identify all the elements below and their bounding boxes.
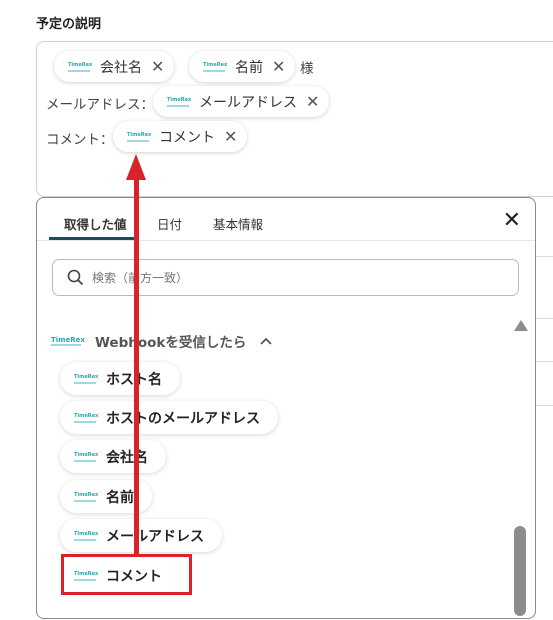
- timerex-logo-icon: TimeRex: [127, 132, 151, 142]
- section-title: 予定の説明: [36, 17, 102, 32]
- close-icon[interactable]: ✕: [224, 127, 237, 146]
- scroll-up-arrow-icon[interactable]: [514, 320, 528, 331]
- annotation-arrow-shaft: [134, 176, 139, 556]
- search-icon: [67, 269, 84, 286]
- timerex-logo-icon: TimeRex: [167, 97, 191, 107]
- background-divider: [534, 405, 553, 406]
- close-icon[interactable]: ✕: [151, 57, 164, 76]
- list-item[interactable]: TimeRex メールアドレス: [60, 519, 222, 552]
- chip-label: 会社名: [100, 59, 142, 76]
- honorific-text: 様: [300, 61, 314, 77]
- scrollbar[interactable]: [514, 320, 528, 620]
- close-icon[interactable]: ✕: [306, 92, 319, 111]
- search-input[interactable]: [90, 269, 494, 286]
- timerex-logo-icon: TimeRex: [74, 531, 98, 541]
- highlight-box: [61, 554, 192, 595]
- group-header-webhook[interactable]: TimeRex Webhookを受信したら: [51, 331, 273, 351]
- list-item[interactable]: TimeRex 会社名: [60, 440, 166, 473]
- close-icon[interactable]: ✕: [272, 57, 285, 76]
- background-divider: [534, 361, 553, 362]
- timerex-logo-icon: TimeRex: [74, 413, 98, 423]
- timerex-logo-icon: TimeRex: [74, 374, 98, 384]
- comment-label: コメント：: [46, 132, 114, 148]
- chip-comment[interactable]: TimeRex コメント ✕: [113, 121, 248, 152]
- chip-email[interactable]: TimeRex メールアドレス ✕: [153, 86, 330, 117]
- timerex-logo-icon: TimeRex: [68, 62, 92, 72]
- search-field[interactable]: [52, 259, 519, 296]
- list-item[interactable]: TimeRex ホストのメールアドレス: [60, 401, 278, 434]
- chip-label: メールアドレス: [199, 94, 297, 111]
- list-item-label: メールアドレス: [106, 528, 204, 545]
- chip-label: 名前: [235, 59, 263, 76]
- timerex-logo-icon: TimeRex: [74, 452, 98, 462]
- list-item[interactable]: TimeRex ホスト名: [60, 362, 180, 395]
- chevron-up-icon[interactable]: [260, 337, 273, 345]
- group-title: Webhookを受信したら: [95, 335, 247, 351]
- chip-name[interactable]: TimeRex 名前 ✕: [189, 51, 296, 82]
- annotation-arrow-head-icon: [126, 154, 146, 180]
- chip-label: コメント: [159, 129, 215, 146]
- list-item-label: ホストのメールアドレス: [106, 410, 260, 427]
- close-icon[interactable]: ✕: [503, 210, 521, 232]
- list-item-label: 名前: [106, 489, 134, 506]
- timerex-logo-icon: TimeRex: [203, 62, 227, 72]
- email-label: メールアドレス：: [46, 97, 154, 113]
- background-divider: [534, 256, 553, 257]
- scroll-thumb[interactable]: [514, 526, 526, 616]
- tab-acquired-values[interactable]: 取得した値: [64, 214, 127, 233]
- chip-company[interactable]: TimeRex 会社名 ✕: [54, 51, 175, 82]
- tab-date[interactable]: 日付: [157, 214, 182, 233]
- timerex-logo-icon: TimeRex: [74, 492, 98, 502]
- tab-basic-info[interactable]: 基本情報: [213, 214, 263, 233]
- list-item-label: 会社名: [106, 449, 148, 466]
- background-divider: [534, 318, 553, 319]
- tab-divider: [37, 240, 535, 241]
- timerex-logo-icon: TimeRex: [51, 336, 85, 346]
